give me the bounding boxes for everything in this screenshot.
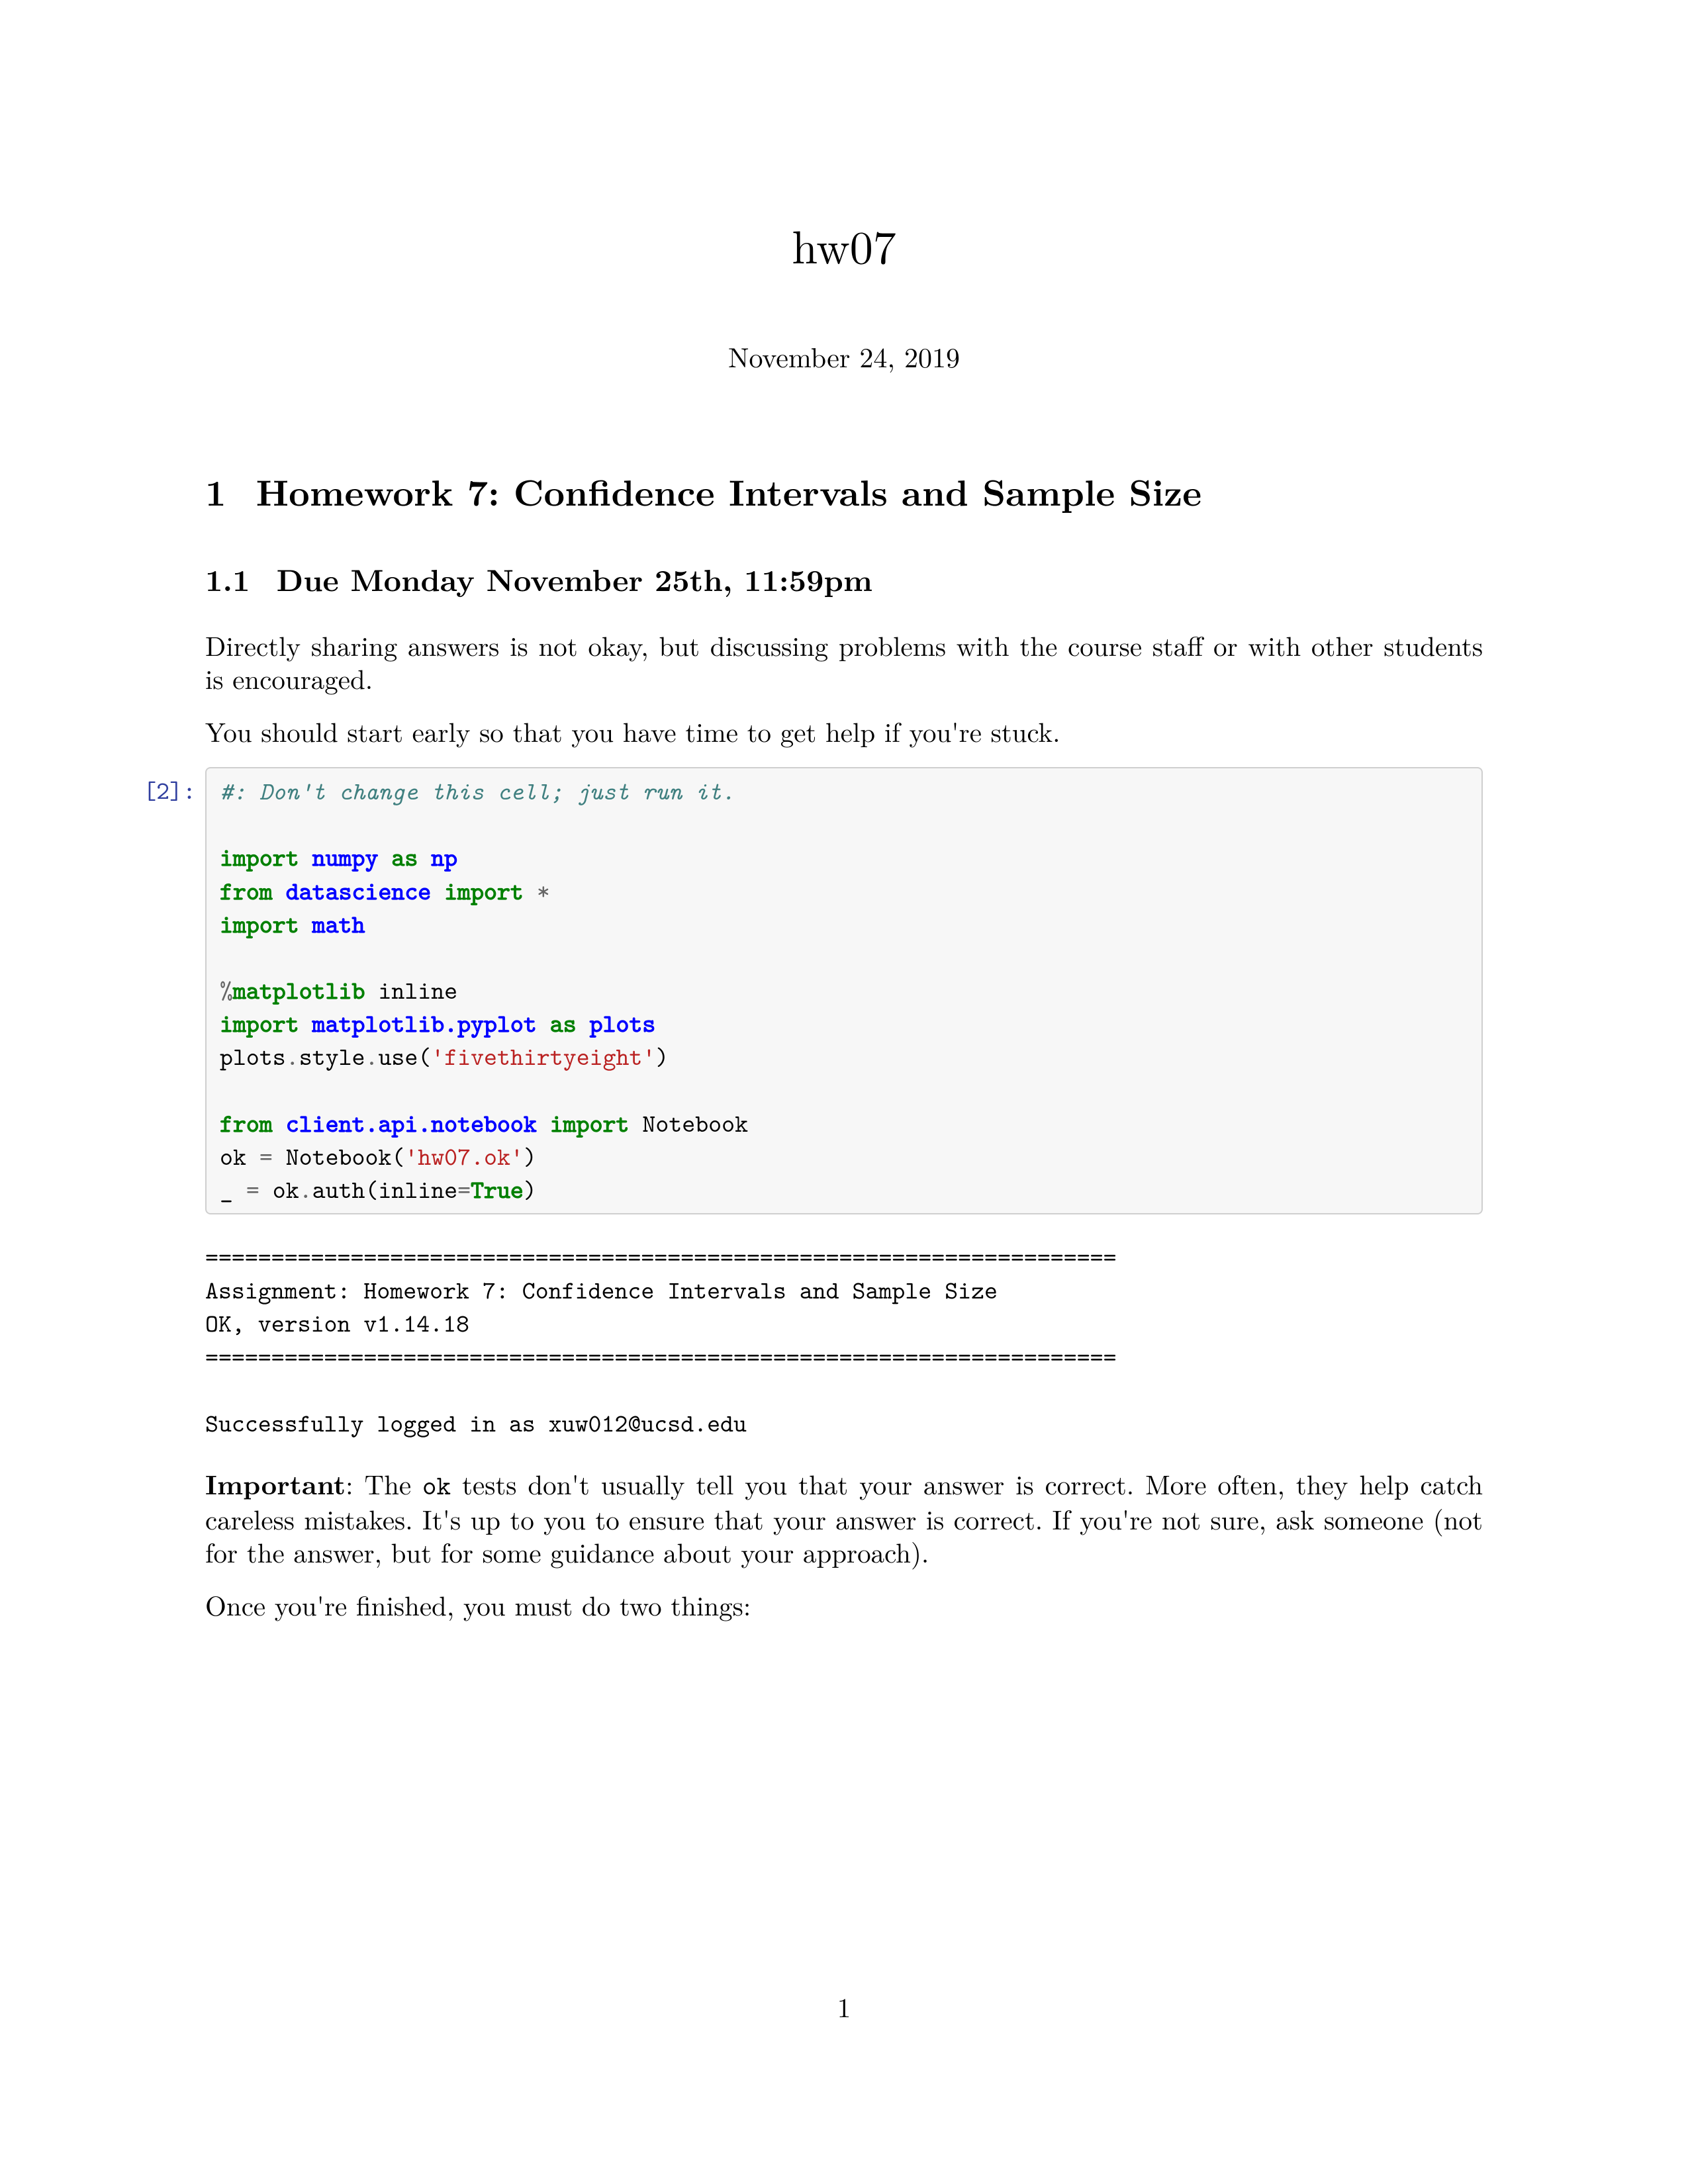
code-operator: = xyxy=(246,1173,259,1206)
code-operator: = xyxy=(259,1140,273,1173)
code-text: style xyxy=(299,1040,365,1073)
code-text: ok xyxy=(259,1173,299,1206)
code-operator: = xyxy=(457,1173,471,1206)
code-module: math xyxy=(312,907,365,941)
paragraph-start-early: You should start early so that you have … xyxy=(205,714,1483,747)
code-text: ok xyxy=(220,1140,259,1173)
code-keyword: import xyxy=(550,1107,630,1140)
subsection-title: Due Monday November 25th, 11:59pm xyxy=(277,557,872,600)
code-operator: . xyxy=(299,1173,312,1206)
code-operator: * xyxy=(537,874,550,908)
code-operator: . xyxy=(365,1040,378,1073)
cell-prompt: [2]: xyxy=(119,767,205,807)
code-text: _ xyxy=(220,1173,246,1206)
code-module: datascience xyxy=(286,874,431,908)
code-text: auth(inline xyxy=(312,1173,457,1206)
code-keyword: matplotlib xyxy=(233,974,365,1007)
code-keyword: import xyxy=(220,907,299,941)
code-keyword: as xyxy=(391,841,418,874)
code-text: plots xyxy=(220,1040,286,1073)
code-text: ) xyxy=(524,1173,537,1206)
code-operator: % xyxy=(220,974,233,1007)
paragraph-text: : The xyxy=(346,1464,422,1502)
section-heading: 1 Homework 7: Confidence Intervals and Sa… xyxy=(205,465,1483,517)
code-text: use( xyxy=(378,1040,431,1073)
code-module: numpy xyxy=(312,841,379,874)
output-block: ========================================… xyxy=(205,1241,1483,1440)
document-date: November 24, 2019 xyxy=(205,337,1483,376)
code-operator: . xyxy=(286,1040,299,1073)
code-keyword: import xyxy=(220,1007,299,1040)
code-keyword: import xyxy=(444,874,524,908)
page-number: 1 xyxy=(0,1987,1688,2025)
paragraph-sharing: Directly sharing answers is not okay, bu… xyxy=(205,628,1483,694)
subsection-heading: 1.1 Due Monday November 25th, 11:59pm xyxy=(205,557,1483,600)
code-keyword: import xyxy=(220,841,299,874)
code-comment: #: Don't change this cell; just run it. xyxy=(220,774,735,808)
paragraph-important: Important: The ok tests don't usually te… xyxy=(205,1467,1483,1568)
code-keyword: True xyxy=(471,1173,524,1206)
code-module: np xyxy=(431,841,457,874)
code-string: 'fivethirtyeight' xyxy=(431,1040,655,1073)
important-label: Important xyxy=(205,1465,346,1503)
section-title: Homework 7: Confidence Intervals and Sam… xyxy=(256,465,1202,517)
code-text: Notebook xyxy=(629,1107,748,1140)
code-keyword: from xyxy=(220,1107,273,1140)
code-text: Notebook( xyxy=(273,1140,405,1173)
document-page: hw07 November 24, 2019 1 Homework 7: Conf… xyxy=(0,0,1688,1621)
inline-code: ok xyxy=(422,1467,451,1503)
code-cell: #: Don't change this cell; just run it. … xyxy=(205,767,1483,1214)
code-module: plots xyxy=(590,1007,656,1040)
code-text: ) xyxy=(655,1040,669,1073)
code-keyword: from xyxy=(220,874,273,908)
paragraph-finished: Once you're finished, you must do two th… xyxy=(205,1588,1483,1621)
code-module: matplotlib.pyplot xyxy=(312,1007,537,1040)
code-keyword: as xyxy=(550,1007,577,1040)
code-string: 'hw07.ok' xyxy=(404,1140,524,1173)
section-number: 1 xyxy=(205,465,226,517)
code-cell-row: [2]: #: Don't change this cell; just run… xyxy=(119,767,1483,1214)
code-text: ) xyxy=(524,1140,537,1173)
document-title: hw07 xyxy=(205,212,1483,277)
code-module: client.api.notebook xyxy=(286,1107,537,1140)
subsection-number: 1.1 xyxy=(205,557,250,600)
code-text: inline xyxy=(365,974,457,1007)
